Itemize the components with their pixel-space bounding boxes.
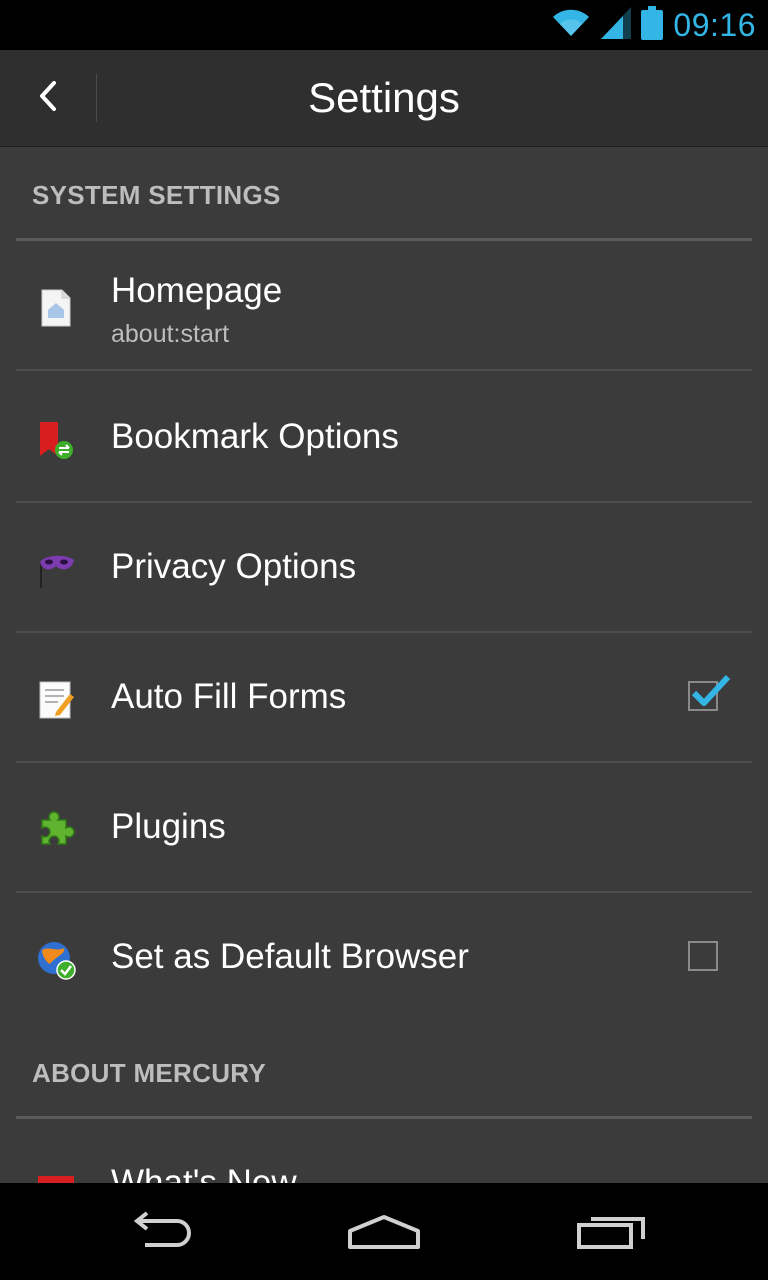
row-divider (16, 369, 752, 371)
status-icons: 09:16 (551, 0, 756, 50)
calendar-icon (36, 1166, 76, 1183)
notepad-icon (36, 680, 76, 720)
action-bar: Settings (0, 50, 768, 147)
home-page-icon (36, 288, 76, 328)
setting-bookmark-options[interactable]: Bookmark Options (16, 373, 752, 503)
auto-fill-checkbox[interactable] (688, 674, 731, 711)
setting-privacy-options[interactable]: Privacy Options (16, 503, 752, 633)
setting-title: Privacy Options (111, 547, 357, 586)
section-header-system: SYSTEM SETTINGS (32, 180, 281, 210)
setting-title: Auto Fill Forms (111, 677, 347, 716)
status-bar: 09:16 (0, 0, 768, 50)
setting-whats-new[interactable]: What's New (16, 1119, 752, 1183)
back-nav-icon (125, 1210, 195, 1256)
globe-check-icon (36, 940, 76, 980)
home-nav-icon (346, 1211, 422, 1256)
setting-summary: about:start (111, 320, 230, 348)
signal-icon (601, 6, 632, 44)
bookmark-icon (36, 420, 76, 460)
setting-title: Plugins (111, 807, 226, 846)
nav-back-button[interactable] (105, 1203, 215, 1263)
clock: 09:16 (673, 6, 756, 43)
settings-list[interactable]: SYSTEM SETTINGS Homepage about:start Boo… (0, 147, 768, 1183)
page-title: Settings (308, 74, 460, 121)
setting-homepage[interactable]: Homepage about:start (16, 241, 752, 371)
navigation-bar (0, 1183, 768, 1280)
setting-plugins[interactable]: Plugins (16, 763, 752, 893)
setting-title: Set as Default Browser (111, 937, 469, 976)
nav-recent-apps-button[interactable] (556, 1203, 666, 1263)
checkmark-icon (691, 674, 731, 706)
setting-auto-fill-forms[interactable]: Auto Fill Forms (16, 633, 752, 763)
setting-title: What's New (111, 1163, 297, 1183)
mask-icon (36, 550, 76, 590)
nav-home-button[interactable] (329, 1203, 439, 1263)
battery-icon (641, 5, 664, 45)
default-browser-checkbox[interactable] (688, 941, 718, 971)
setting-default-browser[interactable]: Set as Default Browser (16, 893, 752, 1023)
puzzle-icon (36, 810, 76, 850)
setting-title: Homepage (111, 271, 283, 310)
setting-title: Bookmark Options (111, 417, 399, 456)
section-header-about: ABOUT MERCURY (32, 1058, 267, 1088)
recent-apps-icon (575, 1211, 647, 1256)
wifi-icon (551, 8, 591, 43)
